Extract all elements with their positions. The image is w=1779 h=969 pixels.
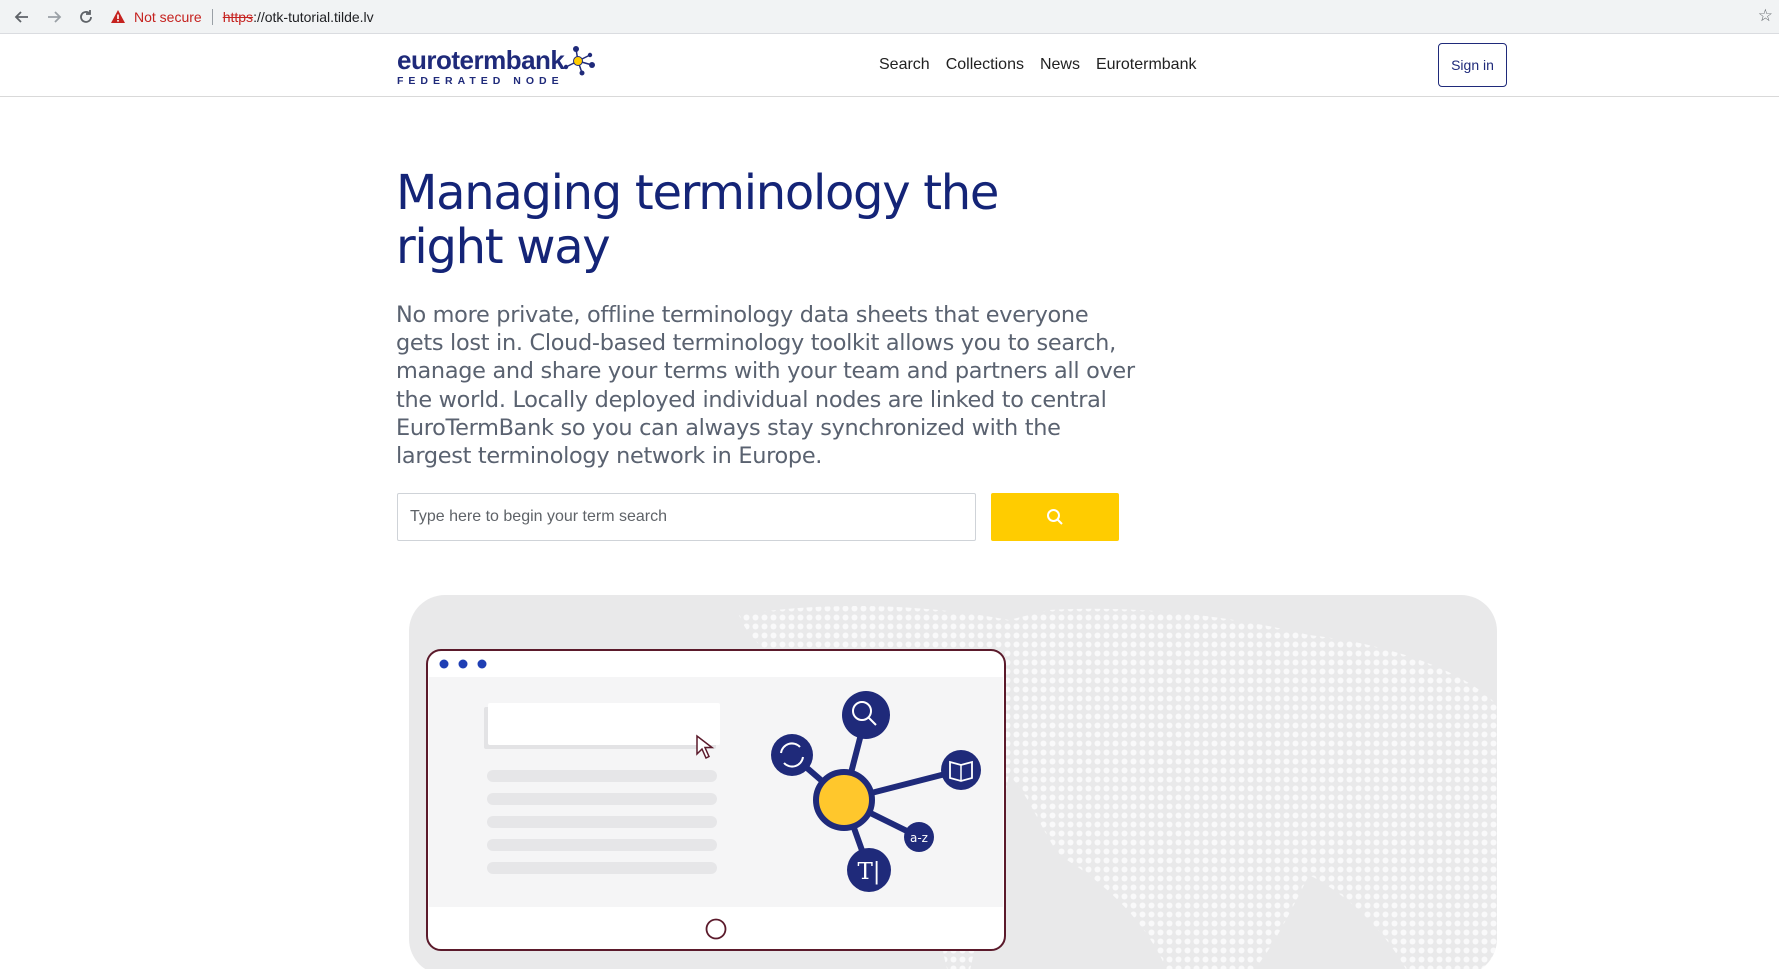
omnibox-divider (211, 9, 213, 25)
hero-description: No more private, offline terminology dat… (396, 302, 1135, 470)
forward-arrow-icon[interactable] (38, 1, 70, 33)
main-nav: Search Collections News Eurotermbank (879, 56, 1196, 74)
nav-news[interactable]: News (1040, 56, 1080, 74)
eurotermbank-logo[interactable]: eurotermbank FEDERATED NODE (397, 46, 602, 93)
url-host: ://otk-tutorial.tilde.lv (253, 9, 374, 25)
sign-in-button[interactable]: Sign in (1438, 43, 1507, 87)
page-title: Managing terminology the right way (396, 165, 999, 275)
back-arrow-icon[interactable] (6, 1, 38, 33)
text-tool-label: T| (857, 859, 880, 885)
browser-toolbar: Not secure https://otk-tutorial.tilde.lv… (0, 0, 1779, 34)
az-label: a-z (910, 831, 928, 845)
search-submit-button[interactable] (991, 493, 1119, 541)
security-label[interactable]: Not secure (134, 9, 202, 25)
logo-network-icon (563, 46, 595, 76)
bookmark-star-icon[interactable]: ☆ (1758, 6, 1773, 26)
search-icon (1047, 509, 1063, 525)
nav-search[interactable]: Search (879, 56, 930, 74)
address-bar[interactable]: Not secure https://otk-tutorial.tilde.lv (110, 4, 1750, 30)
url-protocol: https (222, 9, 254, 25)
nav-collections[interactable]: Collections (946, 56, 1024, 74)
nav-eurotermbank[interactable]: Eurotermbank (1096, 56, 1197, 74)
hero-illustration: a-z T| (409, 595, 1497, 969)
reload-icon[interactable] (70, 1, 102, 33)
url-text[interactable]: https://otk-tutorial.tilde.lv (223, 9, 374, 25)
site-header: eurotermbank FEDERATED NODE Search Colle… (0, 35, 1779, 97)
illustration-graphic: a-z T| (426, 605, 1497, 969)
window-mockup (426, 649, 1006, 951)
warning-icon (111, 10, 125, 23)
term-search-input[interactable] (397, 493, 976, 541)
